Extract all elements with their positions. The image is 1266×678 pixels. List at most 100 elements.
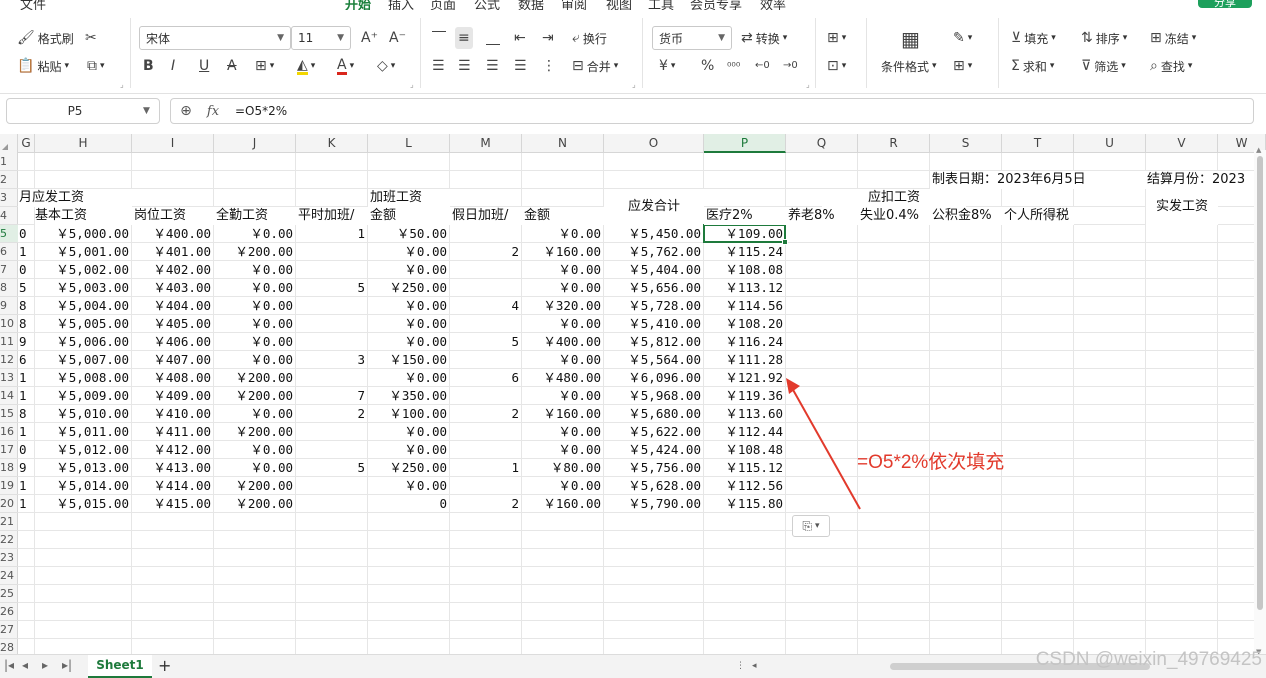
fill-color-button[interactable]: ◭ ▾ [294, 55, 318, 77]
table-cell-j[interactable]: ￥200.00 [214, 369, 296, 387]
sheet-tab-sheet1[interactable]: Sheet1 [88, 655, 152, 678]
row-header-6[interactable]: 6 [0, 243, 18, 261]
table-cell-p[interactable]: ￥113.60 [704, 405, 786, 423]
align-middle-button[interactable]: ≡ [455, 27, 473, 49]
gross-pay-group-header[interactable]: 月应发工资 [18, 189, 132, 207]
table-cell-i[interactable]: ￥413.00 [132, 459, 214, 477]
column-header-v[interactable]: V [1146, 134, 1218, 153]
table-cell-l[interactable]: ￥250.00 [368, 279, 450, 297]
table-cell-k[interactable]: 7 [296, 387, 368, 405]
table-cell-l[interactable]: ￥0.00 [368, 261, 450, 279]
menu-tab-insert[interactable]: 插入 [388, 0, 414, 10]
table-cell-j[interactable]: ￥200.00 [214, 477, 296, 495]
table-cell-j[interactable]: ￥0.00 [214, 351, 296, 369]
table-cell-n[interactable]: ￥0.00 [522, 351, 604, 369]
table-cell-g[interactable]: 0 [18, 441, 35, 459]
table-cell-p[interactable]: ￥119.36 [704, 387, 786, 405]
table-cell-k[interactable] [296, 477, 368, 495]
table-cell-m[interactable] [450, 279, 522, 297]
menu-tab-page[interactable]: 页面 [430, 0, 456, 10]
table-cell-i[interactable]: ￥407.00 [132, 351, 214, 369]
table-cell-p[interactable]: ￥108.08 [704, 261, 786, 279]
table-cell-i[interactable]: ￥408.00 [132, 369, 214, 387]
row-header-25[interactable]: 25 [0, 585, 18, 603]
row-header-1[interactable]: 1 [0, 153, 18, 171]
zoom-formula-icon[interactable]: ⊕ [171, 103, 201, 119]
row-header-24[interactable]: 24 [0, 567, 18, 585]
row-header-4[interactable]: 4 [0, 207, 18, 225]
income-tax-header[interactable]: 个人所得税 [1002, 207, 1074, 225]
table-cell-p[interactable]: ￥114.56 [704, 297, 786, 315]
row-header-19[interactable]: 19 [0, 477, 18, 495]
table-cell-o[interactable]: ￥5,450.00 [604, 225, 704, 243]
table-cell-l[interactable]: ￥0.00 [368, 477, 450, 495]
table-cell-p[interactable]: ￥108.48 [704, 441, 786, 459]
distributed-align-button[interactable]: ⋮ [539, 55, 559, 77]
cut-button[interactable]: ✂ [82, 27, 100, 49]
table-cell-l[interactable]: ￥0.00 [368, 315, 450, 333]
row-header-22[interactable]: 22 [0, 531, 18, 549]
align-right-button[interactable]: ☰ [483, 55, 502, 77]
table-cell-p[interactable]: ￥108.20 [704, 315, 786, 333]
prev-sheet-icon[interactable]: ◂ [22, 658, 28, 672]
gross-total-header[interactable]: 应发合计 [604, 189, 704, 225]
row-header-16[interactable]: 16 [0, 423, 18, 441]
ot-holiday-amount-header[interactable]: 金额 [522, 207, 604, 225]
last-sheet-icon[interactable]: ▸| [62, 658, 72, 672]
table-cell-o[interactable]: ￥5,656.00 [604, 279, 704, 297]
table-cell-m[interactable]: 6 [450, 369, 522, 387]
row-header-11[interactable]: 11 [0, 333, 18, 351]
deduction-group-header[interactable]: 应扣工资 [822, 189, 966, 207]
menu-tab-member[interactable]: 会员专享 [690, 0, 742, 10]
table-cell-k[interactable] [296, 243, 368, 261]
column-header-u[interactable]: U [1074, 134, 1146, 153]
table-cell-i[interactable]: ￥406.00 [132, 333, 214, 351]
share-button[interactable]: 分享 [1198, 0, 1252, 9]
table-cell-i[interactable]: ￥403.00 [132, 279, 214, 297]
table-cell-i[interactable]: ￥409.00 [132, 387, 214, 405]
decrease-decimal-button[interactable]: →0 [780, 55, 801, 77]
menu-tab-tools[interactable]: 工具 [648, 0, 674, 10]
table-cell-g[interactable]: 8 [18, 297, 35, 315]
align-top-button[interactable]: ⎺ [429, 27, 449, 49]
table-cell-o[interactable]: ￥5,424.00 [604, 441, 704, 459]
column-header-m[interactable]: M [450, 134, 522, 153]
table-cell-k[interactable] [296, 261, 368, 279]
name-box[interactable]: P5 ▼ [6, 98, 160, 124]
merge-button[interactable]: ⊟ 合并 ▾ [569, 55, 621, 77]
fill-button[interactable]: ⊻ 填充 ▾ [1008, 27, 1059, 49]
table-cell-o[interactable]: ￥5,762.00 [604, 243, 704, 261]
table-cell-j[interactable]: ￥0.00 [214, 459, 296, 477]
table-style-button[interactable]: ⊞ ▾ [824, 27, 849, 49]
table-cell-m[interactable] [450, 225, 522, 243]
table-cell-k[interactable] [296, 495, 368, 513]
border-button[interactable]: ⊞ ▾ [950, 55, 975, 77]
decrease-indent-button[interactable]: ⇤ [511, 27, 529, 49]
table-cell-n[interactable]: ￥160.00 [522, 495, 604, 513]
table-cell-k[interactable]: 3 [296, 351, 368, 369]
row-header-13[interactable]: 13 [0, 369, 18, 387]
table-cell-h[interactable]: ￥5,010.00 [35, 405, 132, 423]
table-cell-g[interactable]: 0 [18, 261, 35, 279]
table-cell-p[interactable]: ￥113.12 [704, 279, 786, 297]
paste-button[interactable]: 📋 粘贴 ▾ [14, 55, 72, 77]
table-cell-k[interactable]: 5 [296, 279, 368, 297]
column-header-s[interactable]: S [930, 134, 1002, 153]
table-cell-i[interactable]: ￥414.00 [132, 477, 214, 495]
table-cell-n[interactable]: ￥400.00 [522, 333, 604, 351]
table-cell-j[interactable]: ￥0.00 [214, 225, 296, 243]
housing-fund-header[interactable]: 公积金8% [930, 207, 1002, 225]
table-cell-g[interactable]: 1 [18, 387, 35, 405]
table-cell-h[interactable]: ￥5,006.00 [35, 333, 132, 351]
table-cell-m[interactable] [450, 315, 522, 333]
font-color-button[interactable]: A ▾ [334, 55, 357, 77]
table-cell-o[interactable]: ￥5,812.00 [604, 333, 704, 351]
column-header-q[interactable]: Q [786, 134, 858, 153]
increase-decimal-button[interactable]: ←0 [752, 55, 773, 77]
table-cell-n[interactable]: ￥0.00 [522, 441, 604, 459]
font-name-select[interactable]: 宋体 ▼ [139, 26, 291, 50]
font-launcher-icon[interactable]: ⌟ [410, 80, 414, 89]
table-cell-h[interactable]: ￥5,000.00 [35, 225, 132, 243]
table-cell-k[interactable] [296, 423, 368, 441]
table-cell-i[interactable]: ￥402.00 [132, 261, 214, 279]
